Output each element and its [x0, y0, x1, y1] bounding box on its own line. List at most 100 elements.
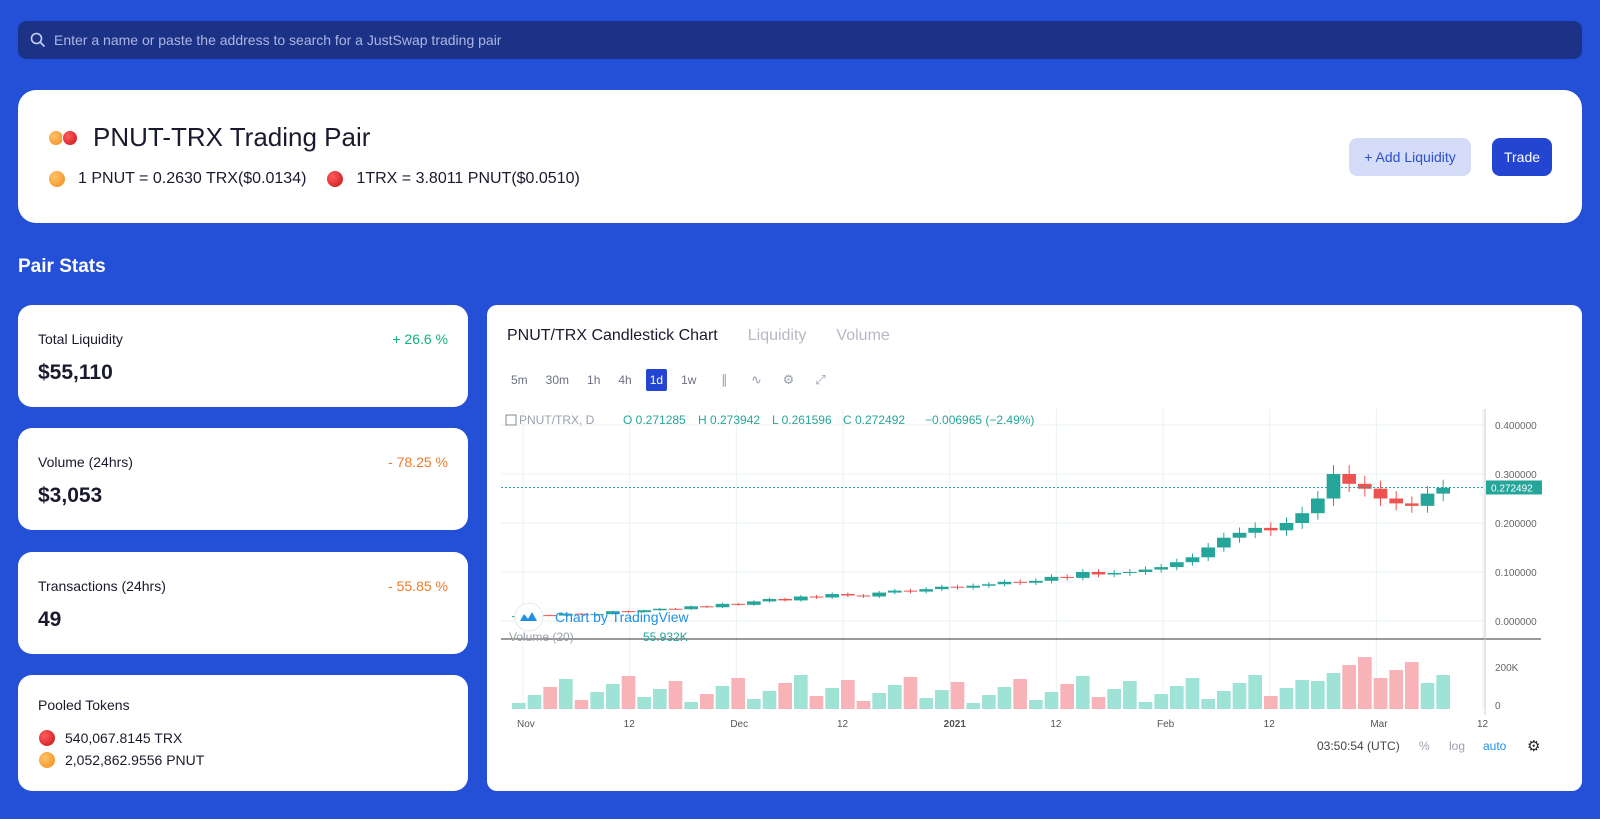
tab-volume[interactable]: Volume	[836, 327, 889, 345]
timeframe-1d[interactable]: 1d	[645, 369, 668, 391]
volume-bar	[543, 687, 557, 709]
last-price-label: 0.272492	[1491, 483, 1533, 494]
candle-body	[856, 595, 871, 597]
volume-bar	[825, 688, 839, 709]
candle-style-icon[interactable]: ∥	[716, 372, 732, 388]
legend-ohlc-h: H 0.273942	[698, 413, 760, 427]
time-tick: 12	[1477, 719, 1489, 730]
volume-bar	[997, 687, 1012, 709]
candle-body	[1013, 581, 1027, 583]
timeframe-1w[interactable]: 1w	[677, 369, 700, 391]
time-axis-ticks: Nov 12 Dec 12 2021 12 Feb 12 Mar 12	[517, 719, 1489, 730]
volume-bar	[1295, 680, 1309, 709]
volume-bar	[762, 691, 777, 709]
candlestick-chart[interactable]: 0.272492 0.400000 0.300000 0.200000 0.10000…	[501, 409, 1567, 735]
chart-settings-icon[interactable]: ⚙	[1527, 737, 1540, 755]
volume-bar	[684, 702, 698, 709]
search-input[interactable]	[54, 21, 1582, 59]
candle-body	[1201, 547, 1215, 558]
time-tick: Nov	[517, 719, 535, 730]
price-tick: 0.000000	[1495, 617, 1537, 628]
volume-tick: 200K	[1495, 663, 1519, 674]
volume-bar	[559, 679, 573, 709]
indicators-icon[interactable]: ∿	[748, 372, 764, 388]
time-tick: 12	[1264, 719, 1276, 730]
volume-bar	[1185, 678, 1200, 709]
pooled-row-pnut: 2,052,862.9556 PNUT	[38, 751, 204, 769]
candle-body	[1076, 572, 1090, 578]
timeframe-1h[interactable]: 1h	[583, 369, 604, 391]
volume-legend-value: 55.932K	[643, 630, 688, 644]
volume-bar	[1311, 681, 1325, 709]
legend-change: −0.006965 (−2.49%)	[925, 413, 1034, 427]
tab-liquidity[interactable]: Liquidity	[748, 327, 807, 345]
price-tick: 0.300000	[1495, 470, 1537, 481]
rate-pnut-trx: 1 PNUT = 0.2630 TRX($0.0134)	[78, 170, 307, 187]
add-liquidity-button[interactable]: + Add Liquidity	[1349, 138, 1471, 176]
volume-bar	[1201, 699, 1215, 709]
volume-bar	[1076, 676, 1090, 709]
volume-bar	[872, 693, 886, 709]
volume-bar	[1060, 684, 1074, 709]
stat-card-total-liquidity: Total Liquidity + 26.6 % $55,110	[18, 305, 468, 407]
stat-change: + 26.6 %	[392, 331, 448, 347]
chart-grid	[501, 409, 1485, 709]
volume-bars	[512, 657, 1450, 709]
timeframe-30m[interactable]: 30m	[542, 369, 573, 391]
candle-body	[982, 584, 996, 586]
tradingview-watermark: Chart by TradingView	[555, 609, 689, 625]
volume-bar	[1279, 688, 1294, 709]
stat-value: $55,110	[38, 361, 113, 384]
candle-body	[1311, 498, 1325, 514]
candle-body	[1123, 572, 1137, 573]
chart-card: PNUT/TRX Candlestick Chart Liquidity Vol…	[487, 305, 1582, 791]
timeframe-5m[interactable]: 5m	[507, 369, 532, 391]
collapse-legend-icon	[505, 414, 517, 426]
rate-trx-pnut: 1TRX = 3.8011 PNUT($0.0510)	[356, 170, 580, 187]
percent-toggle[interactable]: %	[1419, 739, 1430, 753]
fullscreen-icon[interactable]: ⤢	[812, 372, 828, 388]
tab-candlestick[interactable]: PNUT/TRX Candlestick Chart	[507, 327, 718, 345]
stat-label: Total Liquidity	[38, 331, 123, 347]
log-toggle[interactable]: log	[1449, 739, 1465, 753]
time-tick: Dec	[730, 719, 748, 730]
search-bar[interactable]	[18, 21, 1582, 59]
trx-token-icon	[38, 729, 56, 747]
candle-body	[778, 598, 792, 601]
time-tick: 12	[1050, 719, 1062, 730]
volume-bar	[637, 697, 651, 709]
stat-change: - 78.25 %	[388, 454, 448, 470]
candle-body	[841, 594, 855, 596]
settings-icon[interactable]: ⚙	[780, 372, 796, 388]
candle-body	[950, 586, 965, 588]
candle-body	[919, 589, 933, 592]
volume-bar	[919, 698, 933, 709]
volume-bar	[700, 694, 714, 709]
pnut-token-icon	[38, 751, 56, 769]
volume-bar	[982, 695, 996, 709]
pooled-tokens-label: Pooled Tokens	[38, 697, 130, 713]
candle-body	[1373, 488, 1388, 499]
volume-bar	[1170, 686, 1184, 709]
trade-button[interactable]: Trade	[1492, 138, 1552, 176]
volume-bar	[731, 678, 745, 709]
volume-bar	[527, 695, 542, 709]
legend-ohlc-l: L 0.261596	[772, 413, 832, 427]
timeframe-4h[interactable]: 4h	[614, 369, 635, 391]
volume-bar	[747, 699, 761, 709]
pooled-tokens-card: Pooled Tokens 540,067.8145 TRX 2,052,862…	[18, 675, 468, 791]
trx-token-icon	[326, 170, 345, 188]
auto-toggle[interactable]: auto	[1483, 739, 1506, 753]
time-tick: 2021	[944, 719, 967, 730]
stat-label: Volume (24hrs)	[38, 454, 133, 470]
price-tick: 0.400000	[1495, 421, 1537, 432]
candle-body	[966, 585, 980, 588]
candle-body	[1326, 474, 1341, 499]
volume-bar	[1217, 691, 1231, 709]
chart-footer: 03:50:54 (UTC) % log auto ⚙	[487, 737, 1582, 761]
volume-bar	[574, 700, 589, 709]
candle-body	[1060, 576, 1074, 578]
time-tick: Mar	[1370, 719, 1388, 730]
volume-bar	[841, 680, 855, 709]
pooled-row-trx: 540,067.8145 TRX	[38, 729, 182, 747]
